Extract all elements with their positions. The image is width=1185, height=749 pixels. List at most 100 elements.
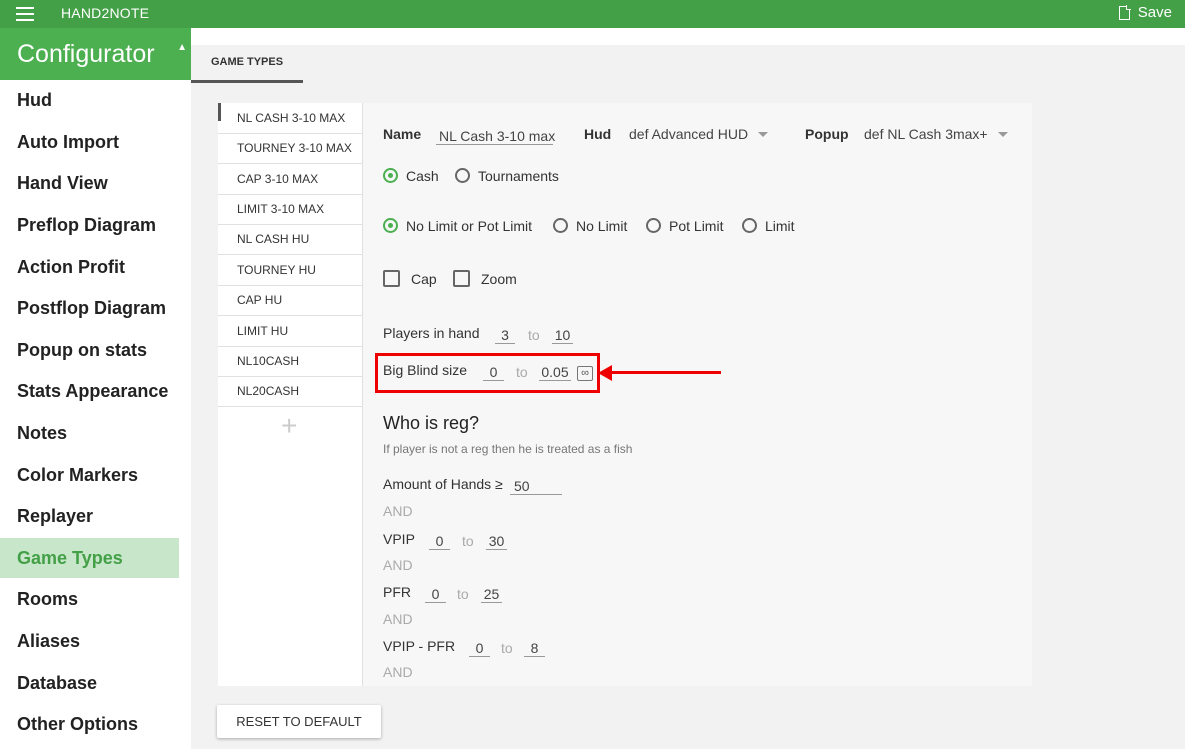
list-item[interactable]: CAP 3-10 MAX [218, 164, 363, 195]
popup-dropdown-value: def NL Cash 3max+ [864, 126, 988, 142]
and-label: AND [383, 503, 413, 519]
sidebar-item-database[interactable]: Database [0, 663, 179, 703]
sidebar-item-aliases[interactable]: Aliases [0, 621, 179, 661]
radio-checked-icon [383, 218, 398, 234]
radio-icon [646, 218, 661, 234]
vpip-pfr-label: VPIP - PFR [383, 638, 456, 654]
list-item[interactable]: CAP HU [218, 285, 363, 316]
popup-dropdown[interactable]: def NL Cash 3max+ [864, 126, 1008, 144]
highlight-box [375, 353, 600, 393]
sidebar-item-hud[interactable]: Hud [0, 80, 179, 120]
list-item[interactable]: LIMIT 3-10 MAX [218, 194, 363, 225]
radio-icon [455, 168, 470, 184]
vpip-pfr-to-label: to [501, 640, 513, 656]
radio-no-limit-or-pot-limit[interactable]: No Limit or Pot Limit [383, 217, 532, 235]
vpip-to-label: to [462, 533, 474, 549]
arrow-line [610, 371, 721, 374]
pfr-label: PFR [383, 584, 411, 600]
radio-nl-pl-label: No Limit or Pot Limit [406, 217, 533, 234]
radio-icon [742, 218, 757, 234]
save-button[interactable]: Save [1118, 4, 1172, 21]
arrow-left-icon [598, 365, 612, 381]
configurator-title: Configurator [17, 40, 155, 68]
radio-no-limit[interactable]: No Limit [553, 217, 627, 235]
vpip-pfr-from-field[interactable]: 0 [469, 640, 490, 657]
checkbox-zoom[interactable]: Zoom [453, 270, 517, 288]
radio-tournaments-label: Tournaments [478, 167, 559, 184]
radio-limit-label: Limit [765, 217, 795, 234]
list-item[interactable]: NL CASH 3-10 MAX [218, 103, 363, 134]
vpip-label: VPIP [383, 531, 415, 547]
amount-of-hands-label: Amount of Hands ≥ [383, 476, 503, 492]
players-to-label: to [528, 327, 540, 343]
sidebar-item-preflop-diagram[interactable]: Preflop Diagram [0, 205, 179, 245]
sidebar-item-popup-on-stats[interactable]: Popup on stats [0, 330, 179, 370]
configurator-header: Configurator ▲ [0, 28, 191, 80]
checkbox-icon [383, 270, 400, 288]
sidebar-item-action-profit[interactable]: Action Profit [0, 247, 179, 287]
sidebar-item-color-markers[interactable]: Color Markers [0, 455, 179, 495]
checkbox-zoom-label: Zoom [481, 270, 517, 287]
hamburger-menu-icon[interactable] [16, 7, 34, 21]
sidebar-item-hand-view[interactable]: Hand View [0, 163, 179, 203]
vpip-to-field[interactable]: 30 [486, 533, 507, 550]
and-label: AND [383, 664, 413, 680]
hud-label: Hud [584, 126, 612, 142]
add-icon[interactable]: + [281, 412, 297, 440]
tab-game-types[interactable]: GAME TYPES [191, 45, 303, 83]
pfr-from-field[interactable]: 0 [425, 586, 446, 603]
reg-heading: Who is reg? [383, 413, 480, 433]
and-label: AND [383, 611, 413, 627]
game-types-list: NL CASH 3-10 MAX TOURNEY 3-10 MAX CAP 3-… [218, 103, 363, 686]
list-item[interactable]: NL CASH HU [218, 224, 363, 255]
sidebar-item-other-options[interactable]: Other Options [0, 704, 179, 744]
sidebar-item-notes[interactable]: Notes [0, 413, 179, 453]
radio-pot-limit[interactable]: Pot Limit [646, 217, 723, 235]
sidebar-item-auto-import[interactable]: Auto Import [0, 122, 179, 162]
hud-dropdown[interactable]: def Advanced HUD [629, 126, 769, 144]
radio-tournaments[interactable]: Tournaments [455, 167, 559, 185]
list-item[interactable]: TOURNEY 3-10 MAX [218, 133, 363, 164]
checkbox-cap[interactable]: Cap [383, 270, 437, 288]
players-in-hand-label: Players in hand [383, 325, 480, 341]
chevron-down-icon [758, 132, 769, 138]
chevron-down-icon [997, 132, 1008, 138]
collapse-icon[interactable]: ▲ [177, 42, 187, 53]
app-title: HAND2NOTE [61, 5, 150, 21]
sidebar-item-rooms[interactable]: Rooms [0, 579, 179, 619]
radio-pl-label: Pot Limit [669, 217, 724, 234]
list-item[interactable]: TOURNEY HU [218, 255, 363, 286]
pfr-to-label: to [457, 586, 469, 602]
radio-cash[interactable]: Cash [383, 167, 439, 185]
top-bar: HAND2NOTE Save [0, 0, 1185, 28]
save-label: Save [1137, 4, 1172, 21]
radio-limit[interactable]: Limit [742, 217, 795, 235]
file-icon [1118, 4, 1131, 20]
sidebar: Configurator ▲ Hud Auto Import Hand View… [0, 28, 191, 749]
amount-of-hands-field[interactable]: 50 [510, 478, 562, 495]
sidebar-item-game-types[interactable]: Game Types [0, 538, 179, 578]
radio-icon [553, 218, 568, 234]
reg-subtitle: If player is not a reg then he is treate… [383, 442, 633, 456]
list-item[interactable]: LIMIT HU [218, 316, 363, 347]
sidebar-item-stats-appearance[interactable]: Stats Appearance [0, 371, 179, 411]
list-item[interactable]: NL10CASH [218, 346, 363, 377]
radio-checked-icon [383, 168, 398, 184]
checkbox-icon [453, 270, 470, 288]
and-label: AND [383, 557, 413, 573]
name-label: Name [383, 126, 422, 142]
name-field[interactable]: NL Cash 3-10 max [436, 128, 555, 145]
list-item[interactable]: NL20CASH [218, 376, 363, 407]
game-type-detail: Name NL Cash 3-10 max Hud def Advanced H… [363, 103, 1032, 686]
radio-cash-label: Cash [406, 167, 439, 184]
players-to-field[interactable]: 10 [552, 327, 573, 344]
reset-to-default-button[interactable]: RESET TO DEFAULT [217, 705, 381, 738]
main-content: GAME TYPES NL CASH 3-10 MAX TOURNEY 3-10… [191, 45, 1185, 749]
vpip-from-field[interactable]: 0 [429, 533, 450, 550]
players-from-field[interactable]: 3 [495, 327, 515, 344]
vpip-pfr-to-field[interactable]: 8 [524, 640, 545, 657]
sidebar-item-replayer[interactable]: Replayer [0, 496, 179, 536]
pfr-to-field[interactable]: 25 [481, 586, 502, 603]
popup-label: Popup [805, 126, 849, 142]
sidebar-item-postflop-diagram[interactable]: Postflop Diagram [0, 288, 179, 328]
